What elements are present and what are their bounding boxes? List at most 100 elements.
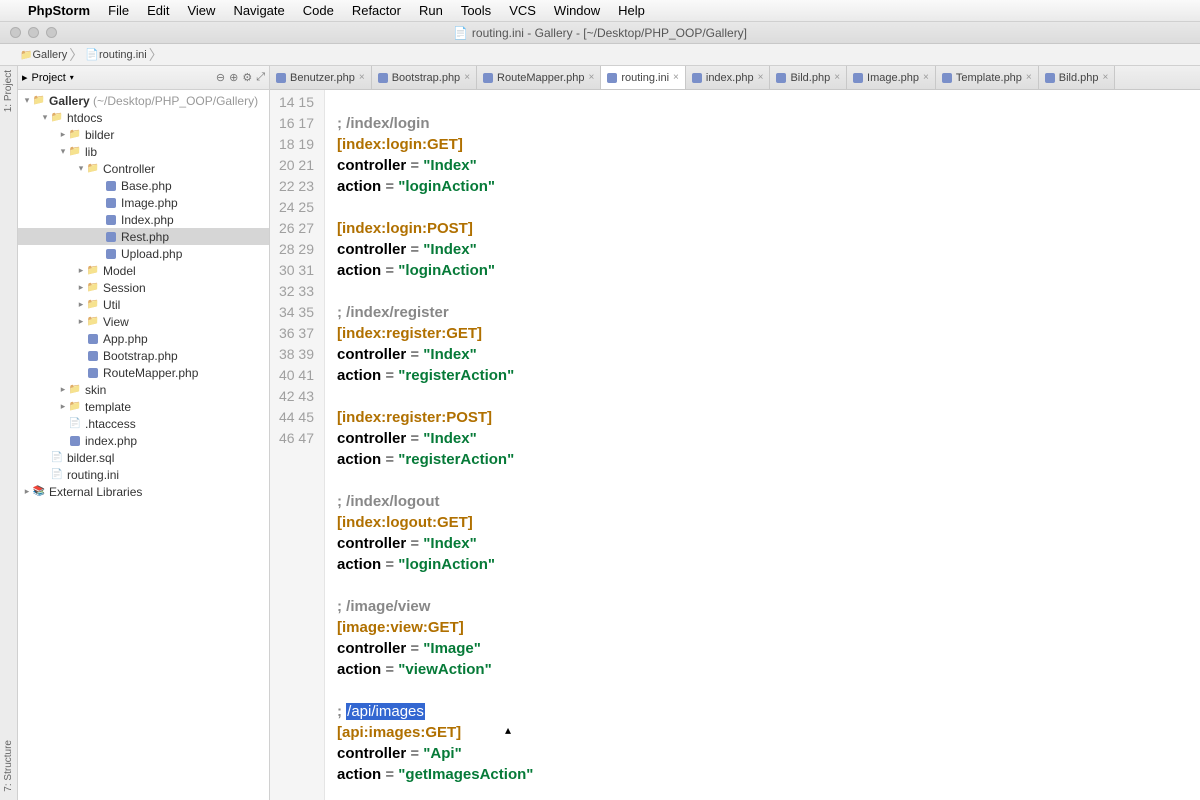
tree-file-rest[interactable]: Rest.php xyxy=(18,228,269,245)
editor-tab[interactable]: Bild.php× xyxy=(1039,66,1116,89)
close-tab-icon[interactable]: × xyxy=(359,72,365,83)
editor-tab[interactable]: routing.ini × xyxy=(601,66,686,89)
menu-refactor[interactable]: Refactor xyxy=(352,3,401,18)
chevron-right-icon: 〉 xyxy=(69,45,83,65)
menu-help[interactable]: Help xyxy=(618,3,645,18)
tree-folder-session[interactable]: ▸Session xyxy=(18,279,269,296)
chevron-down-icon[interactable]: ▾ xyxy=(70,73,74,82)
close-tab-icon[interactable]: × xyxy=(1103,72,1109,83)
breadcrumb-root[interactable]: Gallery xyxy=(32,49,67,61)
sidebar-tab-project[interactable]: 1: Project xyxy=(3,70,14,112)
folder-icon xyxy=(86,299,100,310)
php-icon xyxy=(106,232,116,242)
editor-tab[interactable]: Image.php × xyxy=(847,66,936,89)
close-tab-icon[interactable]: × xyxy=(588,72,594,83)
editor-tabs[interactable]: Benutzer.php×Bootstrap.php×RouteMapper.p… xyxy=(270,66,1200,90)
editor-tab[interactable]: Bild.php× xyxy=(770,66,847,89)
tree-folder-model[interactable]: ▸Model xyxy=(18,262,269,279)
gear-icon[interactable]: ⚙ xyxy=(242,71,252,84)
tab-label: Benutzer.php xyxy=(290,72,355,84)
editor-tab[interactable]: Template.php× xyxy=(936,66,1039,89)
file-icon: 📄 xyxy=(85,48,99,61)
tab-label: routing.ini xyxy=(621,72,669,84)
tree-file-bootstrap[interactable]: Bootstrap.php xyxy=(18,347,269,364)
editor-tab[interactable]: index.php × xyxy=(686,66,771,89)
close-tab-icon[interactable]: × xyxy=(923,72,929,83)
target-icon[interactable]: ⊕ xyxy=(229,71,238,84)
tree-folder-bilder[interactable]: ▸bilder xyxy=(18,126,269,143)
tree-folder-htdocs[interactable]: ▾htdocs xyxy=(18,109,269,126)
editor-tab[interactable]: RouteMapper.php× xyxy=(477,66,601,89)
tree-folder-controller[interactable]: ▾Controller xyxy=(18,160,269,177)
tree-external-libs[interactable]: ▸External Libraries xyxy=(18,483,269,500)
folder-icon xyxy=(20,49,32,61)
tab-label: index.php xyxy=(706,72,754,84)
tree-file-index[interactable]: Index.php xyxy=(18,211,269,228)
menu-file[interactable]: File xyxy=(108,3,129,18)
tree-folder-skin[interactable]: ▸skin xyxy=(18,381,269,398)
tree-folder-template[interactable]: ▸template xyxy=(18,398,269,415)
tree-file-app[interactable]: App.php xyxy=(18,330,269,347)
editor-tab[interactable]: Bootstrap.php× xyxy=(372,66,477,89)
close-tab-icon[interactable]: × xyxy=(1026,72,1032,83)
menu-code[interactable]: Code xyxy=(303,3,334,18)
close-tab-icon[interactable]: × xyxy=(464,72,470,83)
tab-label: Bootstrap.php xyxy=(392,72,461,84)
app-name[interactable]: PhpStorm xyxy=(28,3,90,18)
menu-run[interactable]: Run xyxy=(419,3,443,18)
folder-icon xyxy=(32,95,46,106)
tree-file-htaccess[interactable]: .htaccess xyxy=(18,415,269,432)
breadcrumb-file[interactable]: routing.ini xyxy=(99,49,147,61)
minimize-window-icon[interactable] xyxy=(28,27,39,38)
close-tab-icon[interactable]: × xyxy=(834,72,840,83)
file-icon xyxy=(942,73,952,83)
project-tree[interactable]: ▾Gallery (~/Desktop/PHP_OOP/Gallery) ▾ht… xyxy=(18,90,269,800)
tab-label: Image.php xyxy=(867,72,919,84)
tree-file-routemapper[interactable]: RouteMapper.php xyxy=(18,364,269,381)
menu-edit[interactable]: Edit xyxy=(147,3,169,18)
window-title: 📄 routing.ini - Gallery - [~/Desktop/PHP… xyxy=(453,26,747,40)
breadcrumb[interactable]: Gallery 〉 📄 routing.ini 〉 xyxy=(0,44,1200,66)
menu-window[interactable]: Window xyxy=(554,3,600,18)
php-icon xyxy=(106,181,116,191)
folder-icon xyxy=(68,401,82,412)
tree-file-base[interactable]: Base.php xyxy=(18,177,269,194)
sidebar-title[interactable]: Project xyxy=(32,72,66,84)
menu-vcs[interactable]: VCS xyxy=(509,3,536,18)
menu-view[interactable]: View xyxy=(187,3,215,18)
traffic-lights[interactable] xyxy=(0,27,57,38)
php-icon xyxy=(106,215,116,225)
collapse-icon[interactable]: ⊖ xyxy=(216,71,225,84)
file-icon xyxy=(607,73,617,83)
tree-file-image[interactable]: Image.php xyxy=(18,194,269,211)
close-tab-icon[interactable]: × xyxy=(758,72,764,83)
tree-file-routing[interactable]: routing.ini xyxy=(18,466,269,483)
tree-root[interactable]: ▾Gallery (~/Desktop/PHP_OOP/Gallery) xyxy=(18,92,269,109)
project-sidebar: ▸ Project ▾ ⊖ ⊕ ⚙ ⤢ ▾Gallery (~/Desktop/… xyxy=(18,66,270,800)
project-dropdown-icon[interactable]: ▸ xyxy=(22,71,28,84)
code-editor[interactable]: 14 15 16 17 18 19 20 21 22 23 24 25 26 2… xyxy=(270,90,1200,800)
sidebar-tab-structure[interactable]: 7: Structure xyxy=(3,740,14,792)
window-title-text: routing.ini - Gallery - [~/Desktop/PHP_O… xyxy=(472,26,747,40)
php-icon xyxy=(106,198,116,208)
tree-folder-util[interactable]: ▸Util xyxy=(18,296,269,313)
window-titlebar: 📄 routing.ini - Gallery - [~/Desktop/PHP… xyxy=(0,22,1200,44)
code-content[interactable]: ; /index/login [index:login:GET] control… xyxy=(325,90,1200,800)
sidebar-header: ▸ Project ▾ ⊖ ⊕ ⚙ ⤢ xyxy=(18,66,269,90)
tree-file-upload[interactable]: Upload.php xyxy=(18,245,269,262)
php-icon xyxy=(106,249,116,259)
tree-folder-lib[interactable]: ▾lib xyxy=(18,143,269,160)
tool-window-bar-left[interactable]: 1: Project 7: Structure xyxy=(0,66,18,800)
close-tab-icon[interactable]: × xyxy=(673,72,679,83)
zoom-window-icon[interactable] xyxy=(46,27,57,38)
folder-icon xyxy=(68,129,82,140)
mouse-cursor-icon: ▴ xyxy=(505,720,511,741)
menu-tools[interactable]: Tools xyxy=(461,3,491,18)
tree-folder-view[interactable]: ▸View xyxy=(18,313,269,330)
editor-tab[interactable]: Benutzer.php × xyxy=(270,66,372,89)
menu-navigate[interactable]: Navigate xyxy=(233,3,284,18)
close-window-icon[interactable] xyxy=(10,27,21,38)
tree-file-indexphp[interactable]: index.php xyxy=(18,432,269,449)
hide-icon[interactable]: ⤢ xyxy=(256,71,265,84)
tree-file-bildersql[interactable]: bilder.sql xyxy=(18,449,269,466)
